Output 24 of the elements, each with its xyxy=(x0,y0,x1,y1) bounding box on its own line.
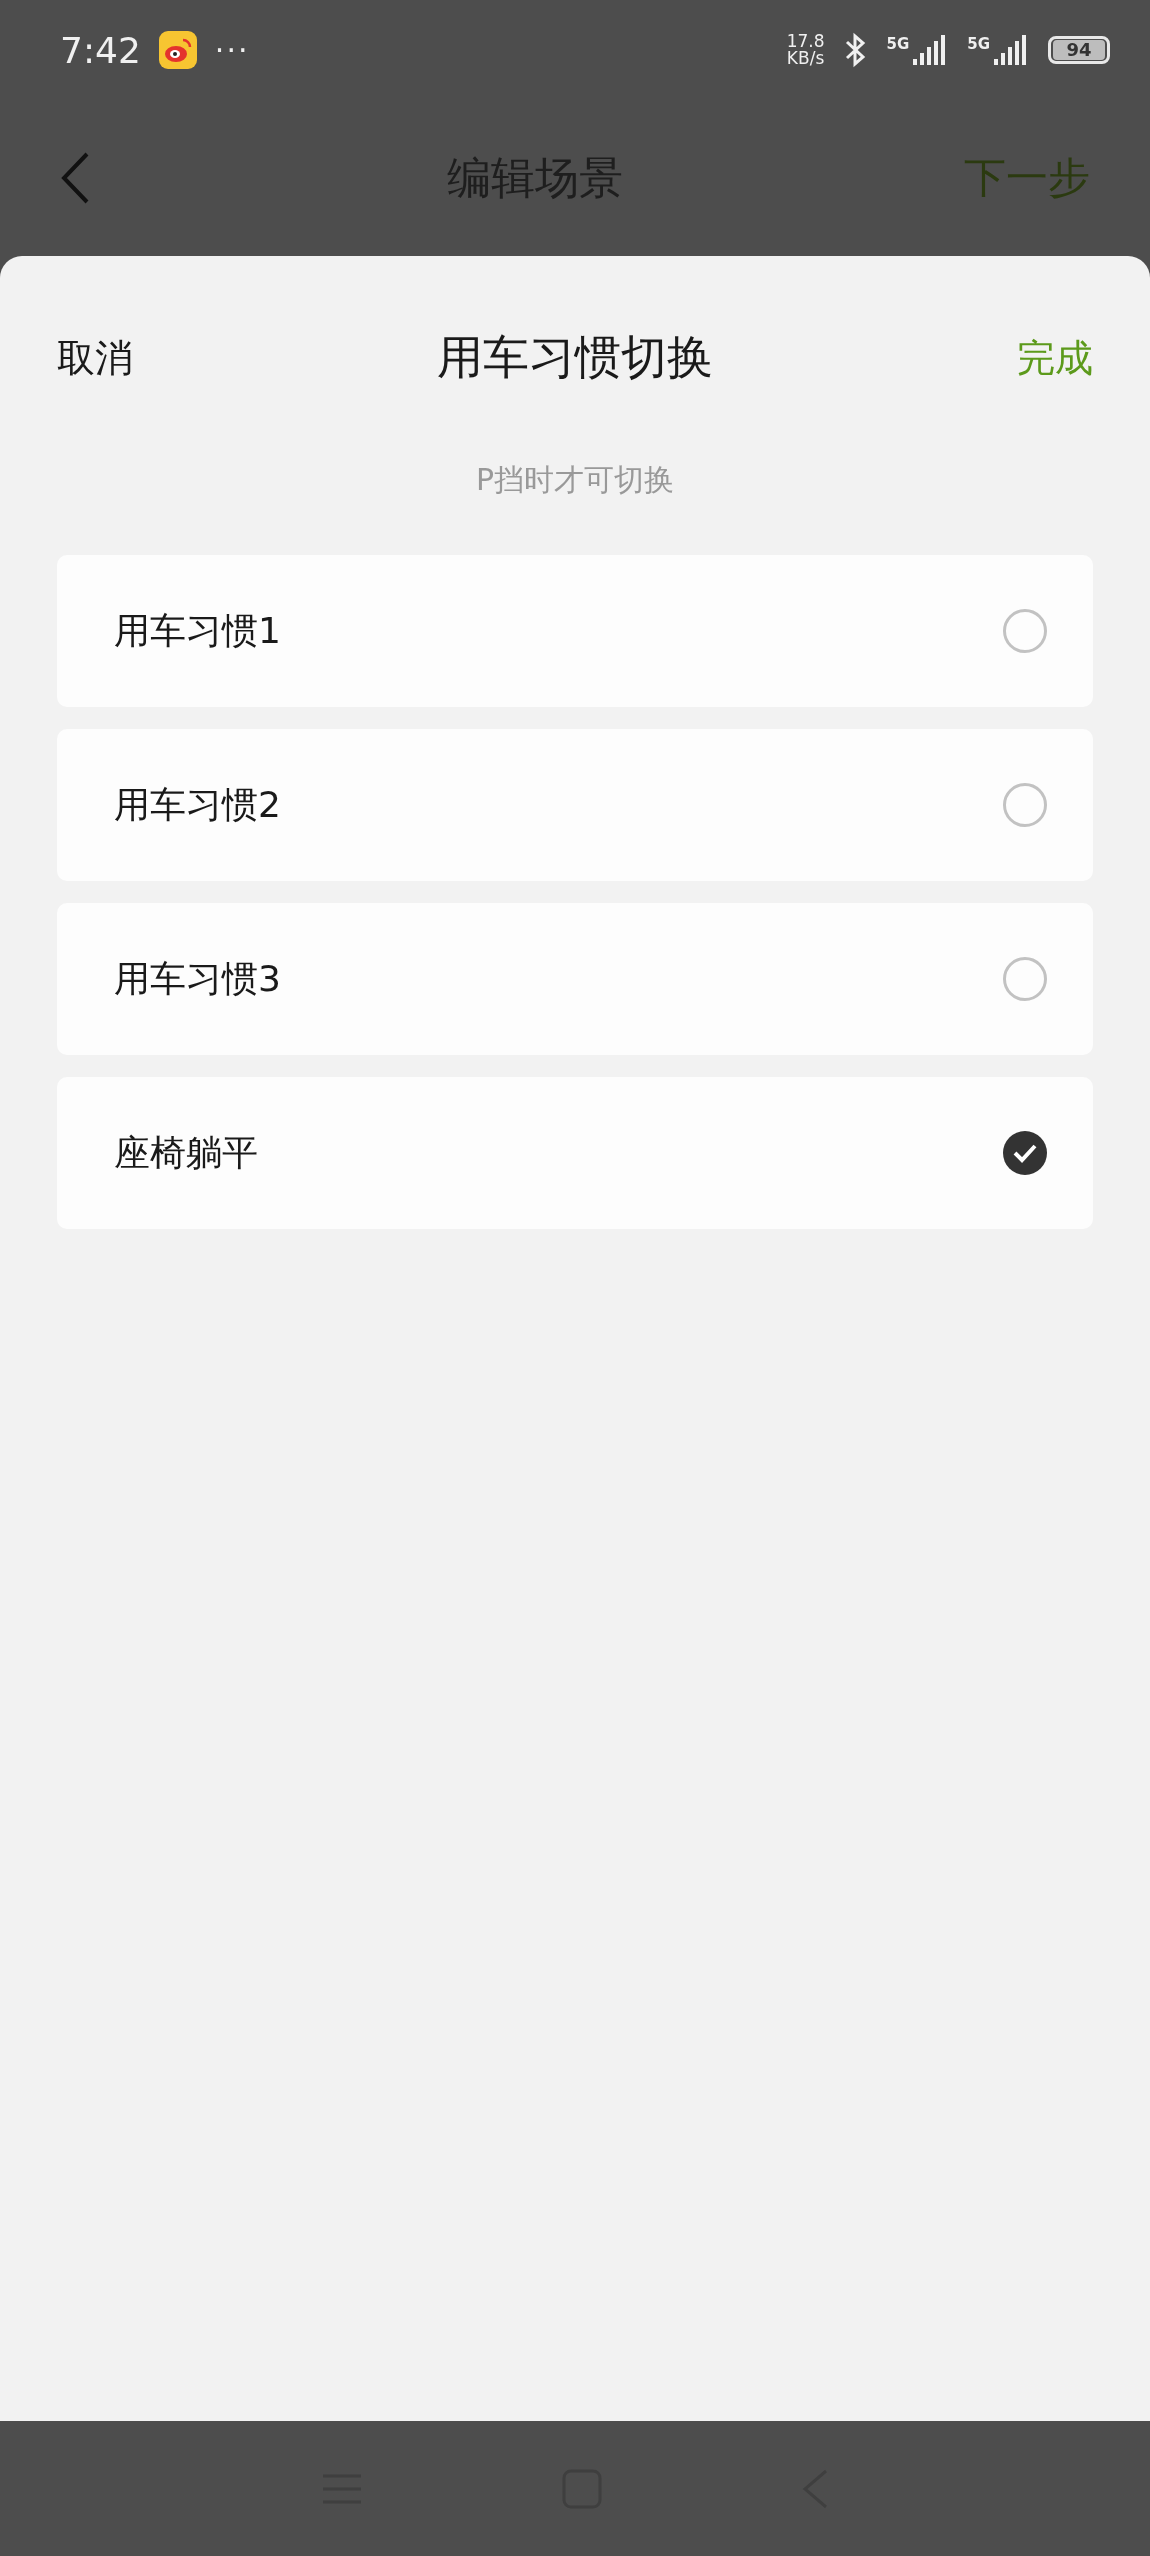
cancel-button[interactable]: 取消 xyxy=(57,332,133,384)
checkmark-icon xyxy=(1013,1143,1037,1163)
option-row[interactable]: 用车习惯3 xyxy=(57,903,1093,1055)
sheet-title: 用车习惯切换 xyxy=(437,329,713,386)
option-row[interactable]: 座椅躺平 xyxy=(57,1077,1093,1229)
more-notifications: ··· xyxy=(214,32,250,68)
network-speed: 17.8 xyxy=(786,33,825,50)
network-speed-unit: KB/s xyxy=(786,50,825,67)
radio-button[interactable] xyxy=(1003,1131,1047,1175)
network-type: 5G xyxy=(967,35,990,53)
hint-text: P挡时才可切换 xyxy=(475,461,675,499)
app-notification-icon xyxy=(158,31,197,69)
option-label: 用车习惯2 xyxy=(114,782,281,827)
option-label: 用车习惯1 xyxy=(114,608,281,653)
network-type: 5G xyxy=(886,35,910,53)
radio-button[interactable] xyxy=(1003,609,1047,653)
battery-level: 94 xyxy=(1053,40,1105,60)
clock-time: 7:42 xyxy=(60,29,141,71)
option-row[interactable]: 用车习惯2 xyxy=(57,729,1093,881)
option-label: 用车习惯3 xyxy=(114,956,281,1001)
option-label: 座椅躺平 xyxy=(114,1130,258,1175)
option-row[interactable]: 用车习惯1 xyxy=(57,555,1093,707)
radio-button[interactable] xyxy=(1003,957,1047,1001)
radio-button[interactable] xyxy=(1003,783,1047,827)
